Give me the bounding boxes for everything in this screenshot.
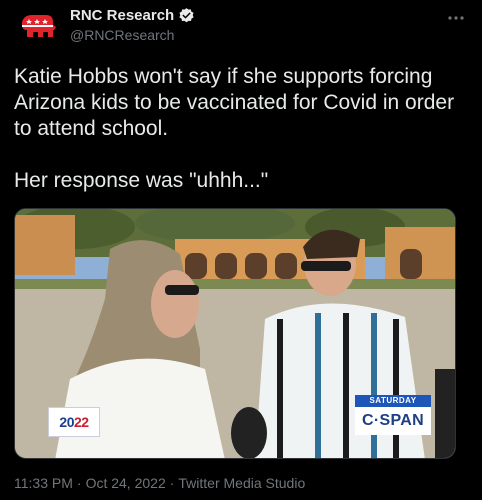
scrollbar[interactable] <box>472 0 482 500</box>
cspan-day: SATURDAY <box>355 395 431 407</box>
election-2022-logo: 20 22 <box>48 407 100 437</box>
tweet-video[interactable]: 20 22 SATURDAY C·SPAN <box>14 208 456 459</box>
separator: · <box>76 475 82 491</box>
handle[interactable]: @RNCResearch <box>70 27 195 43</box>
tweet-text: Katie Hobbs won't say if she supports fo… <box>14 65 455 192</box>
tweet-header: RNC Research @RNCResearch <box>18 6 468 48</box>
tweet-card: RNC Research @RNCResearch Katie Hobbs wo… <box>0 0 482 500</box>
tweet-date[interactable]: Oct 24, 2022 <box>86 475 166 491</box>
verified-badge-icon <box>178 7 195 24</box>
logo-year-part2: 22 <box>74 414 89 430</box>
more-options-icon[interactable] <box>444 10 468 26</box>
avatar[interactable] <box>18 8 58 48</box>
separator: · <box>169 475 175 491</box>
logo-year-part1: 20 <box>59 414 74 430</box>
cspan-logo: C·SPAN <box>355 407 431 435</box>
cspan-bug: SATURDAY C·SPAN <box>355 395 431 435</box>
tweet-source[interactable]: Twitter Media Studio <box>178 475 305 491</box>
republican-elephant-icon <box>22 15 56 37</box>
display-name[interactable]: RNC Research <box>70 7 174 24</box>
tweet-time[interactable]: 11:33 PM <box>14 475 73 491</box>
tweet-metadata: 11:33 PM · Oct 24, 2022 · Twitter Media … <box>14 475 305 491</box>
